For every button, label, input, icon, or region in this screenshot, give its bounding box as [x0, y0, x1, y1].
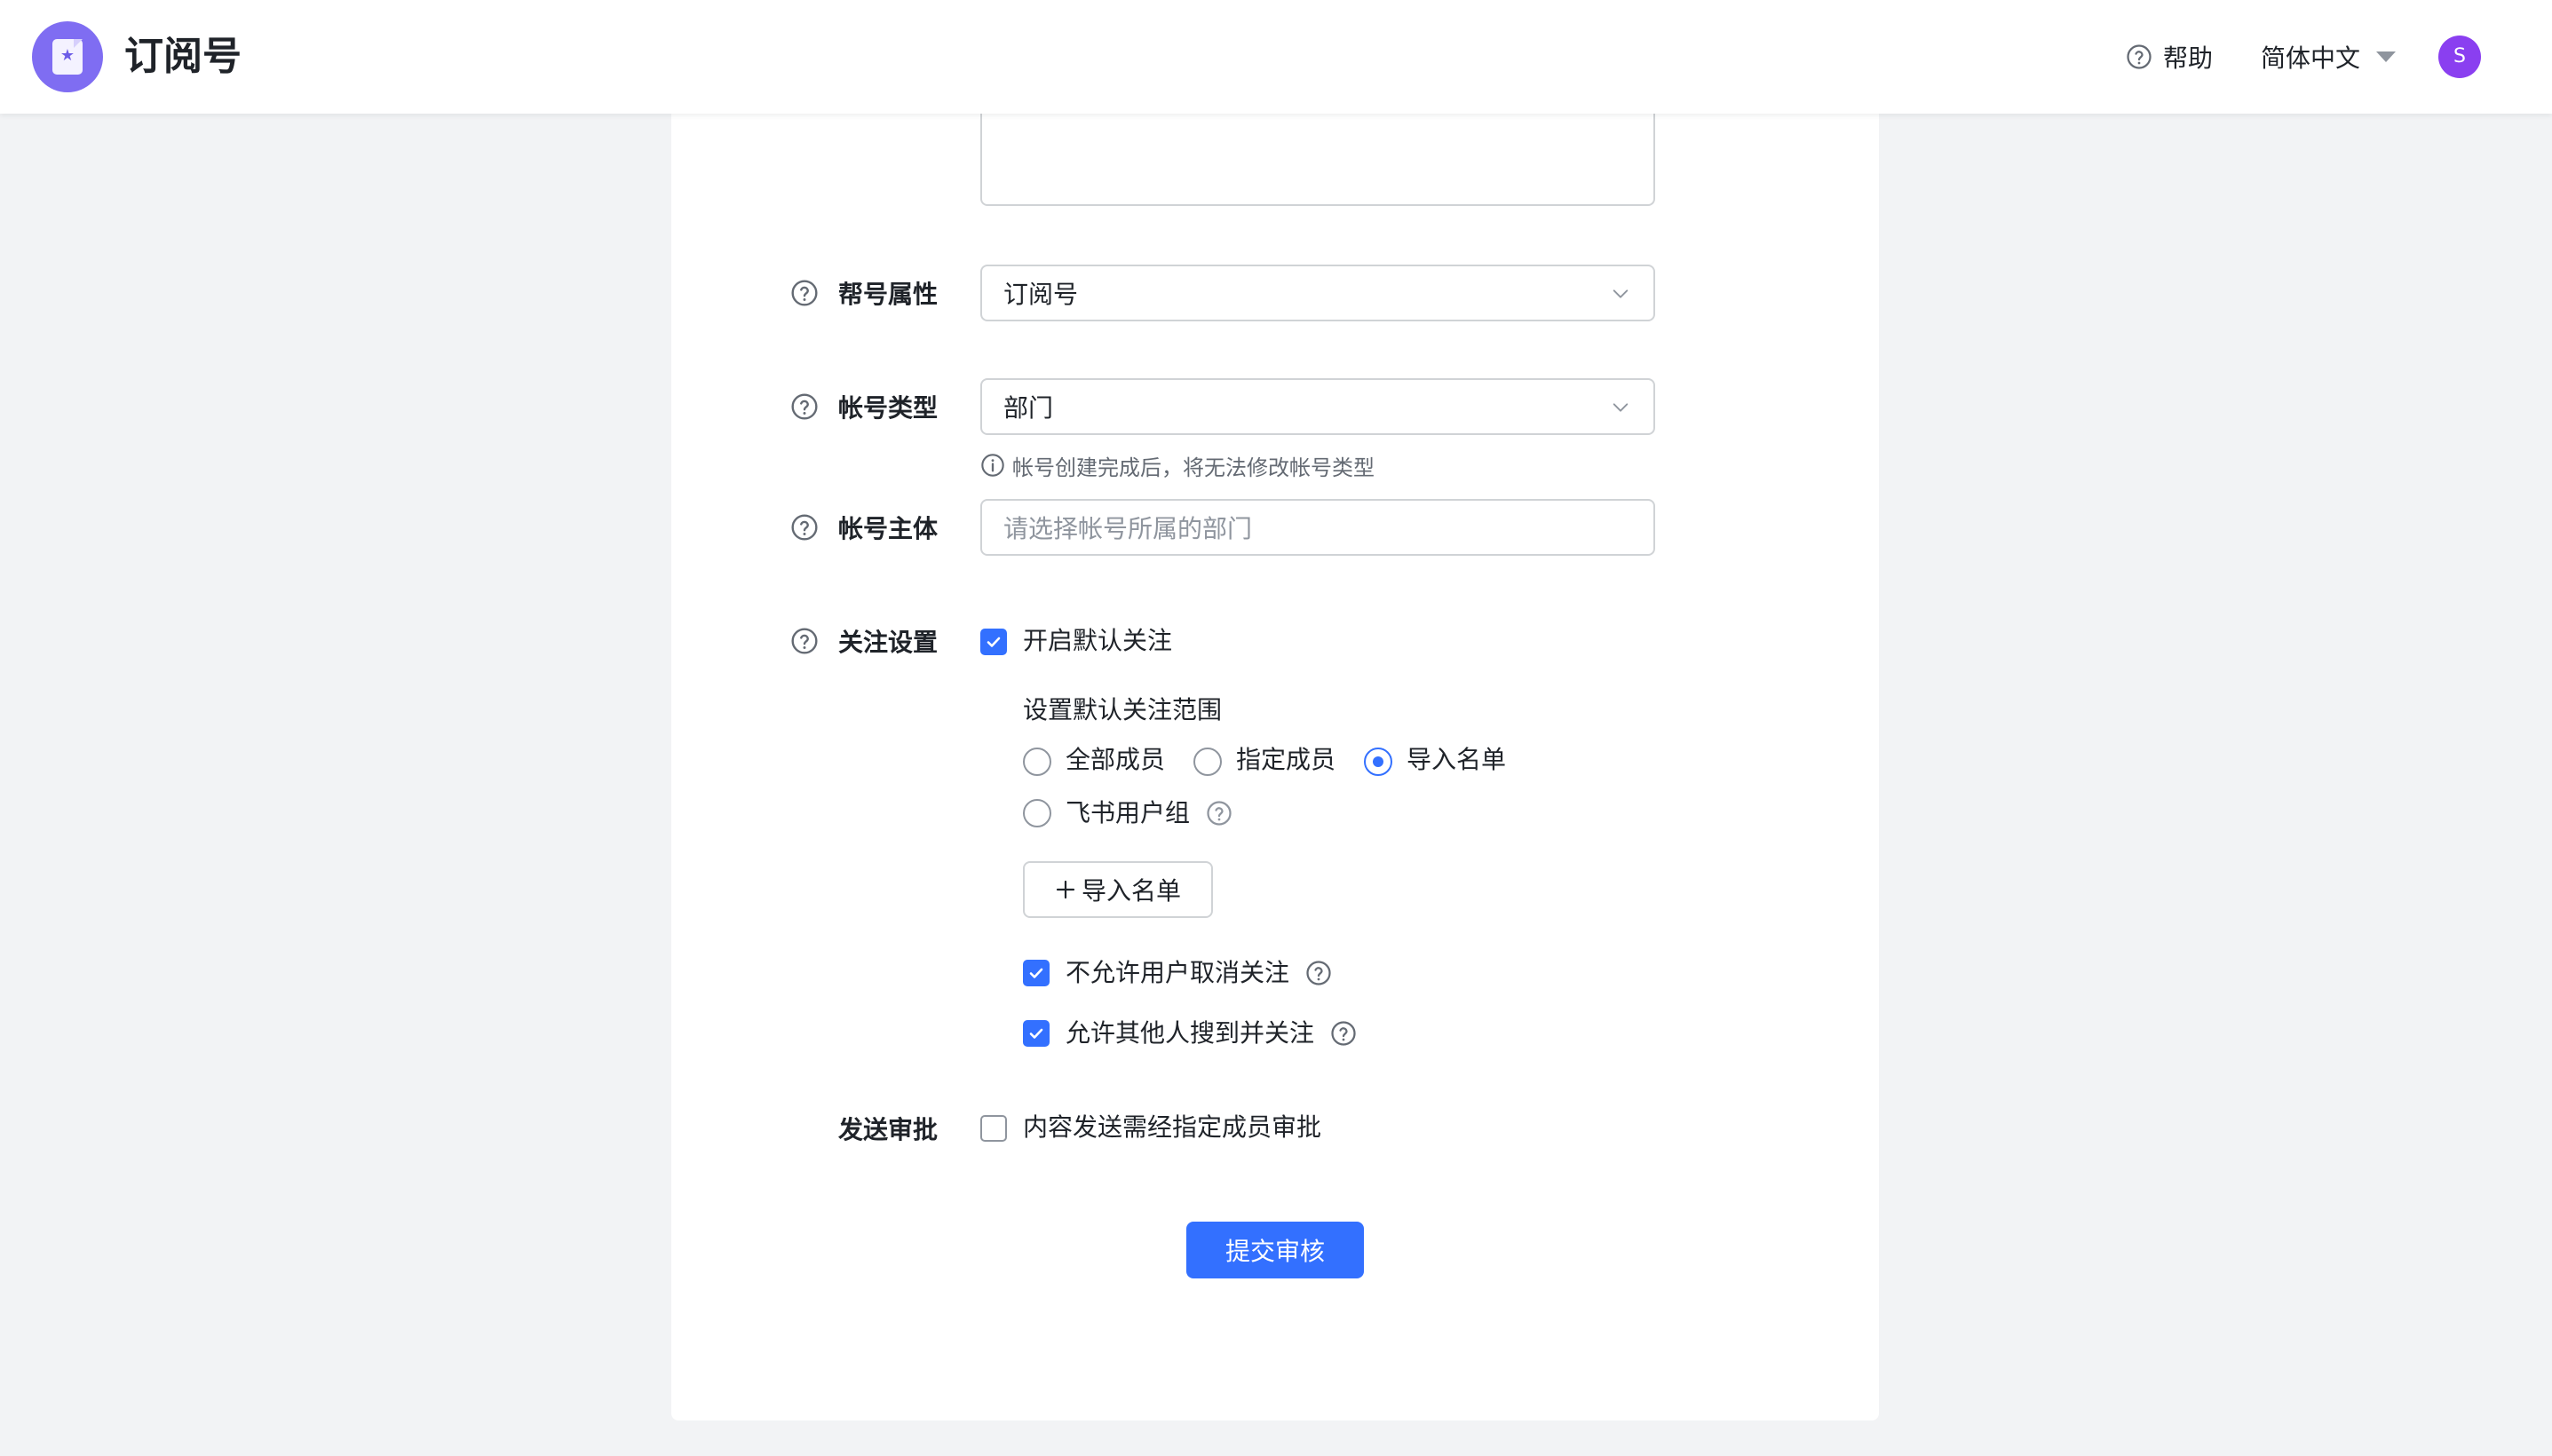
checkmark-icon: [1029, 1028, 1043, 1039]
submit-review-button-label: 提交审核: [1224, 1237, 1325, 1266]
disallow-unfollow-label[interactable]: 不允许用户取消关注: [1066, 955, 1289, 991]
question-circle-icon[interactable]: [790, 392, 819, 421]
document-icon: ★: [52, 39, 83, 75]
scope-radio-specified-members[interactable]: [1193, 748, 1222, 776]
help-link[interactable]: 帮助: [2126, 39, 2213, 75]
import-list-button-label: 导入名单: [1081, 876, 1181, 906]
scope-radio-import-list[interactable]: [1364, 748, 1392, 776]
question-circle-icon[interactable]: [1305, 960, 1332, 986]
submit-review-button[interactable]: 提交审核: [1186, 1222, 1364, 1278]
account-type-hint-text: 帐号创建完成后，将无法修改帐号类型: [1012, 455, 1375, 480]
scope-radio-all-members[interactable]: [1023, 748, 1051, 776]
disallow-unfollow-checkbox[interactable]: [1023, 960, 1050, 986]
scope-option-lark-user-group[interactable]: 飞书用户组: [1066, 795, 1190, 831]
account-type-label-row: 帐号类型: [790, 387, 938, 426]
checkmark-icon: [1029, 968, 1043, 978]
question-circle-icon[interactable]: [790, 279, 819, 307]
follow-settings-label-row: 关注设置: [790, 621, 938, 661]
allow-search-checkbox[interactable]: [1023, 1020, 1050, 1047]
question-circle-icon[interactable]: [790, 513, 819, 542]
chevron-down-icon: [1613, 289, 1629, 298]
star-icon: ★: [59, 46, 75, 65]
language-label: 简体中文: [2261, 44, 2361, 73]
send-approval-label: 发送审批: [838, 1115, 939, 1144]
account-type-value: 部门: [1003, 393, 1054, 423]
account-owner-placeholder: 请选择帐号所属的部门: [1003, 514, 1253, 543]
user-avatar[interactable]: S: [2438, 36, 2481, 78]
question-circle-icon[interactable]: [1206, 800, 1232, 827]
account-owner-label-row: 帐号主体: [790, 508, 938, 547]
checkmark-icon: [987, 637, 1001, 647]
follow-settings-label: 关注设置: [838, 628, 939, 657]
account-attribute-label-row: 帮号属性: [790, 273, 938, 313]
info-circle-icon: [981, 454, 1004, 477]
default-follow-checkbox[interactable]: [980, 629, 1007, 655]
account-attribute-value: 订阅号: [1003, 280, 1079, 309]
account-attribute-select[interactable]: 订阅号: [980, 265, 1655, 321]
allow-search-label[interactable]: 允许其他人搜到并关注: [1066, 1016, 1314, 1051]
send-approval-option-label[interactable]: 内容发送需经指定成员审批: [1023, 1110, 1321, 1145]
import-list-button[interactable]: 导入名单: [1023, 861, 1213, 918]
caret-down-icon: [2376, 51, 2397, 62]
plus-icon: [1056, 880, 1075, 899]
page-title: 订阅号: [124, 34, 242, 79]
question-circle-icon[interactable]: [1330, 1020, 1357, 1047]
account-type-select[interactable]: 部门: [980, 378, 1655, 435]
help-label: 帮助: [2163, 44, 2214, 73]
account-type-label: 帐号类型: [838, 393, 939, 423]
question-circle-icon: [2127, 44, 2152, 69]
chevron-down-icon: [1613, 403, 1629, 412]
account-owner-input[interactable]: 请选择帐号所属的部门: [980, 499, 1655, 556]
scope-radio-lark-user-group[interactable]: [1023, 799, 1051, 827]
account-type-hint: 帐号创建完成后，将无法修改帐号类型: [980, 449, 1375, 481]
scope-option-specified-members[interactable]: 指定成员: [1236, 742, 1335, 778]
top-header: ★ 订阅号 帮助 简体中文 S: [0, 0, 2552, 114]
subscription-account-logo-icon: ★: [32, 21, 103, 92]
description-textarea[interactable]: [980, 98, 1655, 206]
follow-scope-title: 设置默认关注范围: [1023, 695, 1223, 724]
send-approval-label-row: 发送审批: [838, 1109, 938, 1148]
scope-option-import-list[interactable]: 导入名单: [1407, 742, 1506, 778]
send-approval-checkbox[interactable]: [980, 1115, 1007, 1142]
default-follow-label[interactable]: 开启默认关注: [1023, 623, 1172, 659]
account-attribute-label: 帮号属性: [838, 280, 939, 309]
question-circle-icon[interactable]: [790, 627, 819, 655]
scope-option-all-members[interactable]: 全部成员: [1066, 742, 1165, 778]
language-selector[interactable]: 简体中文: [2261, 39, 2397, 75]
account-owner-label: 帐号主体: [838, 514, 939, 543]
